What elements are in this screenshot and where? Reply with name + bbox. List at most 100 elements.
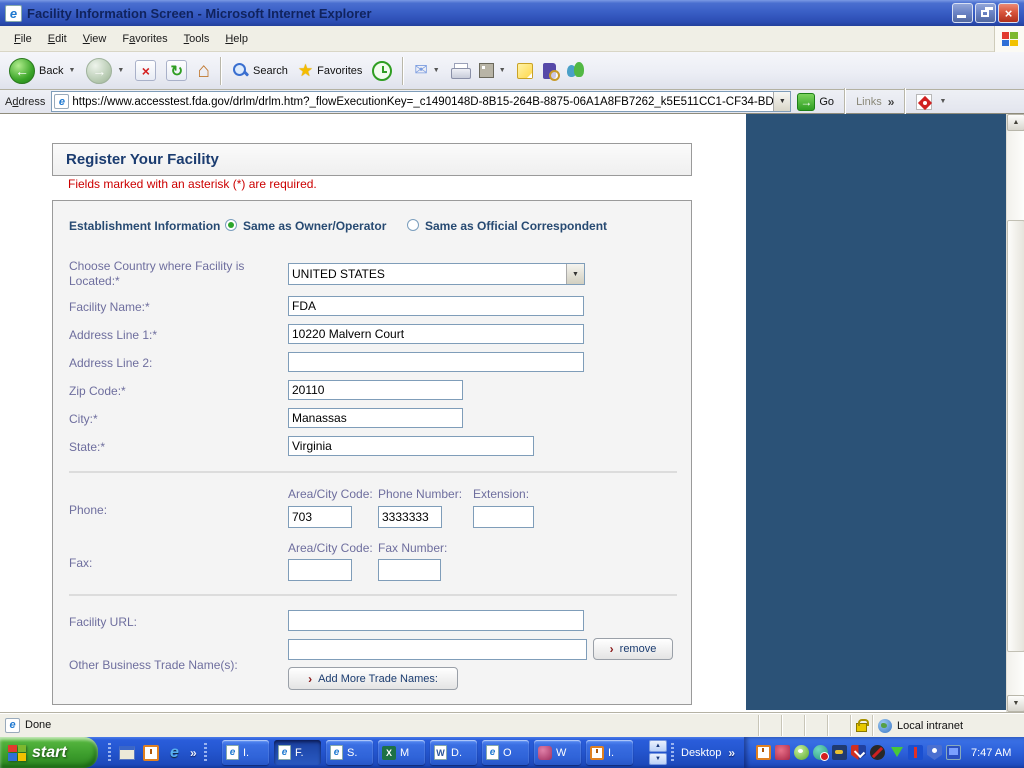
print-button[interactable]	[447, 55, 473, 87]
back-dropdown-icon[interactable]: ▼	[67, 67, 76, 74]
ie-page-icon: e	[330, 745, 343, 760]
radio-same-as-owner[interactable]	[225, 219, 237, 231]
menu-view[interactable]: View	[75, 29, 115, 49]
phone-area-code-input[interactable]	[288, 506, 352, 528]
tray-messenger-offline-icon[interactable]	[813, 745, 829, 761]
go-button[interactable]: → Go	[797, 92, 834, 111]
phone-extension-label: Extension:	[473, 487, 530, 501]
country-dropdown-icon[interactable]: ▼	[566, 264, 584, 284]
links-label[interactable]: Links	[856, 96, 882, 108]
vertical-scrollbar[interactable]: ▲ ▼	[1006, 114, 1024, 712]
tray-green-arrow-icon[interactable]	[889, 745, 904, 760]
tray-key-icon[interactable]	[832, 745, 847, 760]
address-dropdown-icon[interactable]: ▼	[773, 92, 791, 111]
facility-name-input[interactable]	[288, 296, 584, 316]
address-line1-input[interactable]	[288, 324, 584, 344]
taskbar-scroll-up-button[interactable]: ▲	[649, 740, 667, 752]
favorites-button[interactable]: ★ Favorites	[294, 55, 367, 87]
country-select[interactable]: UNITED STATES ▼	[288, 263, 585, 285]
note-icon	[516, 62, 533, 79]
remove-trade-name-button[interactable]: › remove	[593, 638, 673, 660]
task-button-word[interactable]: W D.	[430, 740, 477, 765]
tray-green-orb-icon[interactable]	[794, 745, 809, 760]
desktop-toolbar-label[interactable]: Desktop	[681, 747, 721, 759]
tray-blocked-icon[interactable]	[870, 745, 885, 760]
adobe-pdf-icon[interactable]	[916, 93, 933, 110]
tray-display-icon[interactable]	[946, 745, 961, 760]
toolbar-grip[interactable]	[671, 742, 674, 763]
tray-webex-icon[interactable]	[775, 745, 790, 760]
menu-favorites[interactable]: Favorites	[114, 29, 175, 49]
toolbar-grip[interactable]	[203, 742, 207, 763]
tray-clock-app-icon[interactable]	[756, 745, 771, 760]
mail-dropdown-icon[interactable]: ▼	[432, 67, 441, 74]
tray-security-agent-icon[interactable]	[927, 745, 942, 760]
start-button[interactable]: start	[0, 737, 98, 768]
add-more-trade-names-button[interactable]: › Add More Trade Names:	[288, 667, 458, 690]
task-button-ie-4[interactable]: e O	[482, 740, 529, 765]
zip-code-input[interactable]	[288, 380, 463, 400]
links-chevron-icon[interactable]: »	[888, 95, 895, 109]
scroll-up-button[interactable]: ▲	[1007, 114, 1024, 131]
status-cell	[758, 715, 781, 736]
state-input[interactable]	[288, 436, 534, 456]
stop-button[interactable]: ×	[131, 55, 160, 87]
menu-file[interactable]: File	[6, 29, 40, 49]
refresh-button[interactable]: ↻	[162, 55, 191, 87]
desktop-chevron-icon[interactable]: »	[728, 746, 735, 760]
edit-dropdown-icon[interactable]: ▼	[498, 67, 507, 74]
print-icon	[450, 63, 471, 79]
trade-name-input[interactable]	[288, 639, 587, 660]
taskbar-scroll-down-button[interactable]: ▼	[649, 753, 667, 765]
quick-launch: e »	[104, 737, 211, 768]
forward-button[interactable]: → ▼	[82, 55, 129, 87]
task-button-excel[interactable]: X M	[378, 740, 425, 765]
word-icon: W	[434, 745, 447, 760]
pdf-dropdown-icon[interactable]: ▼	[938, 98, 947, 105]
home-button[interactable]: ⌂	[193, 55, 214, 87]
quick-launch-chevron-icon[interactable]: »	[190, 746, 197, 760]
task-button-ie-2-active[interactable]: e F.	[274, 740, 321, 765]
scroll-down-button[interactable]: ▼	[1007, 695, 1024, 712]
start-label: start	[32, 743, 67, 761]
fax-number-input[interactable]	[378, 559, 441, 581]
tray-antivirus-shield-icon[interactable]	[851, 745, 866, 760]
task-button-ie-3[interactable]: e S.	[326, 740, 373, 765]
history-button[interactable]	[368, 55, 396, 87]
address-input[interactable]: e https://www.accesstest.fda.gov/drlm/dr…	[51, 91, 792, 112]
quick-launch-ie-icon[interactable]: e	[166, 744, 183, 761]
search-button[interactable]: Search	[228, 55, 292, 87]
city-input[interactable]	[288, 408, 463, 428]
address-line2-input[interactable]	[288, 352, 584, 372]
quick-launch-show-desktop-icon[interactable]	[118, 744, 135, 761]
facility-url-input[interactable]	[288, 610, 584, 631]
discuss-button[interactable]	[513, 55, 537, 87]
task-button-webex[interactable]: W	[534, 740, 581, 765]
search-label: Search	[253, 64, 288, 77]
forward-dropdown-icon[interactable]: ▼	[116, 67, 125, 74]
phone-number-label: Phone Number:	[378, 487, 463, 501]
menu-help[interactable]: Help	[217, 29, 256, 49]
research-button[interactable]	[539, 55, 560, 87]
radio-same-as-correspondent-label[interactable]: Same as Official Correspondent	[425, 219, 607, 233]
back-button[interactable]: ← Back ▼	[5, 55, 80, 87]
restore-button[interactable]	[975, 3, 996, 23]
scrollbar-thumb[interactable]	[1007, 220, 1024, 652]
close-button[interactable]: ×	[998, 3, 1019, 23]
phone-number-input[interactable]	[378, 506, 442, 528]
messenger-button[interactable]	[562, 55, 589, 87]
mail-button[interactable]: ✉ ▼	[410, 55, 444, 87]
phone-extension-input[interactable]	[473, 506, 534, 528]
tray-flag-icon[interactable]	[908, 745, 923, 760]
fax-area-code-input[interactable]	[288, 559, 352, 581]
task-button-ie-1[interactable]: e I.	[222, 740, 269, 765]
task-button-clock-app[interactable]: I.	[586, 740, 633, 765]
menu-tools[interactable]: Tools	[176, 29, 218, 49]
quick-launch-clock-app-icon[interactable]	[142, 744, 159, 761]
toolbar-grip[interactable]	[108, 742, 111, 763]
menu-edit[interactable]: Edit	[40, 29, 75, 49]
radio-same-as-owner-label[interactable]: Same as Owner/Operator	[243, 219, 386, 233]
minimize-button[interactable]	[952, 3, 973, 23]
edit-button[interactable]: ▼	[475, 55, 511, 87]
radio-same-as-correspondent[interactable]	[407, 219, 419, 231]
